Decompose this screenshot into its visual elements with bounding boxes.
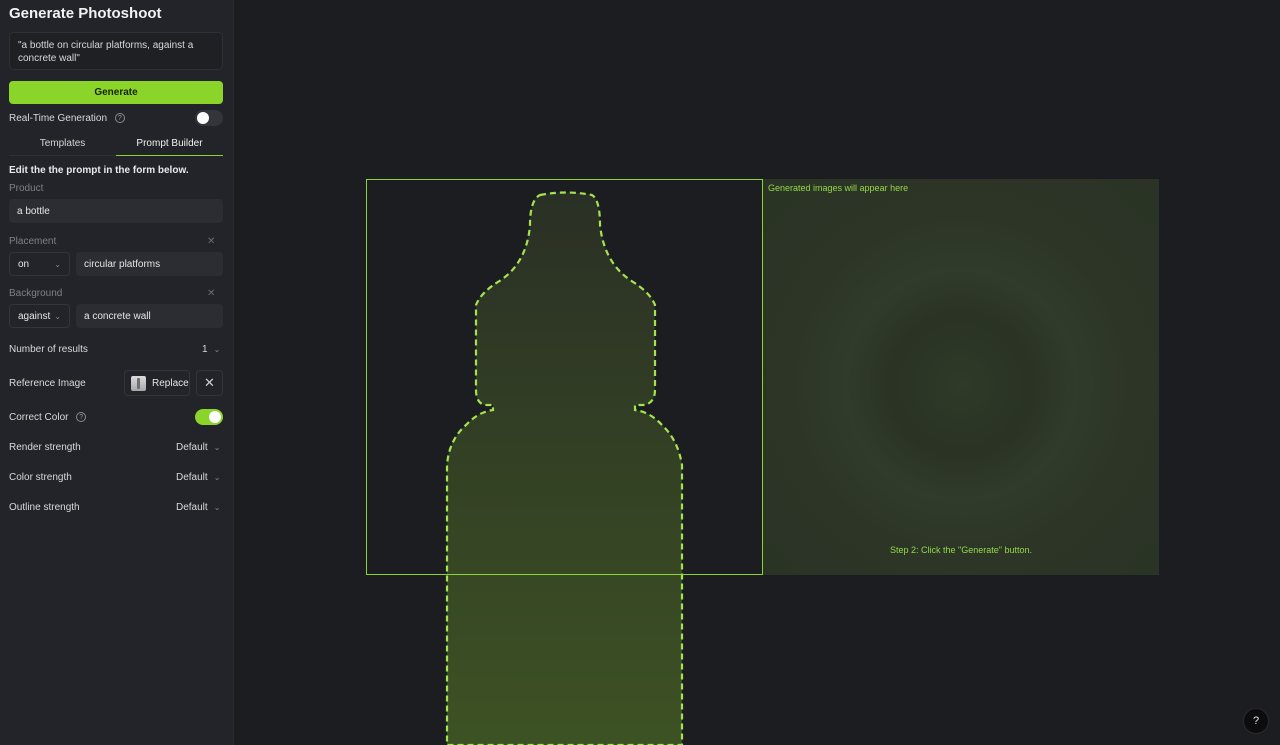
remove-reference-button[interactable]: ✕ (196, 370, 223, 396)
chevron-down-icon: ⌄ (213, 503, 221, 512)
prompt-text-area[interactable]: "a bottle on circular platforms, against… (9, 32, 223, 70)
product-input[interactable]: a bottle (9, 199, 223, 223)
chevron-down-icon: ⌄ (54, 311, 61, 321)
reference-thumbnail (131, 375, 146, 391)
color-strength-value: Default (176, 472, 208, 483)
clear-background-icon[interactable]: ✕ (207, 288, 215, 299)
tab-prompt-builder[interactable]: Prompt Builder (116, 133, 223, 156)
close-icon: ✕ (204, 375, 215, 390)
background-input[interactable]: a concrete wall (76, 304, 223, 328)
form-hint: Edit the the prompt in the form below. (9, 165, 189, 176)
tab-bar: Templates Prompt Builder (9, 133, 223, 156)
generated-images-panel: Generated images will appear here Step 2… (763, 179, 1159, 575)
generated-placeholder-text: Generated images will appear here (768, 183, 909, 193)
toggle-knob (197, 112, 209, 124)
product-label: Product (9, 183, 44, 194)
toggle-knob (209, 411, 221, 423)
replace-reference-button[interactable]: Replace (124, 370, 190, 396)
number-of-results-value: 1 (202, 344, 208, 355)
reference-image-label: Reference Image (9, 378, 86, 389)
number-of-results-select[interactable]: 1 ⌄ (202, 344, 220, 355)
placement-label: Placement (9, 236, 57, 247)
color-strength-select[interactable]: Default ⌄ (176, 472, 220, 483)
background-preposition-value: against (18, 310, 51, 322)
clear-placement-icon[interactable]: ✕ (207, 236, 215, 247)
chevron-down-icon: ⌄ (213, 443, 221, 452)
sidebar: Generate Photoshoot "a bottle on circula… (0, 0, 234, 745)
chevron-down-icon: ⌄ (213, 345, 221, 354)
replace-label: Replace (152, 377, 189, 389)
tab-templates[interactable]: Templates (9, 133, 116, 156)
realtime-generation-toggle[interactable] (195, 110, 223, 126)
placement-preposition-value: on (18, 258, 30, 270)
help-button[interactable]: ? (1243, 708, 1269, 734)
color-strength-label: Color strength (9, 472, 72, 483)
placement-input[interactable]: circular platforms (76, 252, 223, 276)
render-strength-label: Render strength (9, 442, 81, 453)
outline-strength-value: Default (176, 502, 208, 513)
realtime-generation-label: Real-Time Generation (9, 113, 108, 124)
correct-color-toggle[interactable] (195, 409, 223, 425)
page-title: Generate Photoshoot (9, 5, 162, 22)
reference-frame (366, 179, 763, 575)
realtime-generation-row: Real-Time Generation ? (9, 113, 125, 124)
outline-strength-select[interactable]: Default ⌄ (176, 502, 220, 513)
chevron-down-icon: ⌄ (213, 473, 221, 482)
render-strength-select[interactable]: Default ⌄ (176, 442, 220, 453)
render-strength-value: Default (176, 442, 208, 453)
generate-button[interactable]: Generate (9, 81, 223, 104)
number-of-results-label: Number of results (9, 344, 88, 355)
generate-step-hint: Step 2: Click the "Generate" button. (890, 545, 1032, 555)
background-label: Background (9, 288, 63, 299)
help-icon[interactable]: ? (76, 412, 87, 423)
help-icon[interactable]: ? (114, 113, 125, 124)
background-preposition-select[interactable]: against ⌄ (9, 304, 70, 328)
correct-color-row: Correct Color ? (9, 412, 87, 423)
outline-strength-label: Outline strength (9, 502, 80, 513)
chevron-down-icon: ⌄ (54, 259, 61, 269)
correct-color-label: Correct Color (9, 412, 69, 423)
placement-preposition-select[interactable]: on ⌄ (9, 252, 70, 276)
